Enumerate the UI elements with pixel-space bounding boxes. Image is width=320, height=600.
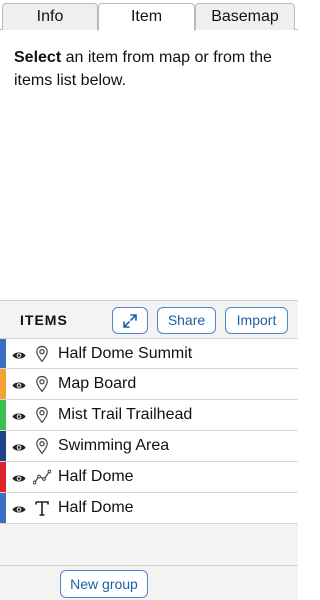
color-indicator [0,493,6,523]
import-button[interactable]: Import [225,307,288,334]
list-item[interactable]: Half Dome [0,462,298,493]
list-item[interactable]: Swimming Area [0,431,298,462]
eye-icon[interactable] [12,348,26,359]
items-section: ITEMS Share Import Half Dome Summit Map B… [0,300,298,600]
color-indicator [0,431,6,461]
share-button[interactable]: Share [157,307,216,334]
list-item[interactable]: Half Dome Summit [0,338,298,369]
eye-icon[interactable] [12,409,26,420]
items-list: Half Dome Summit Map Board Mist Trail Trai… [0,338,298,524]
color-indicator [0,339,6,368]
color-indicator [0,369,6,399]
expand-icon [123,314,137,328]
list-item[interactable]: Mist Trail Trailhead [0,400,298,431]
list-item-label: Half Dome Summit [58,345,193,362]
list-item-label: Half Dome [58,468,134,485]
color-indicator [0,462,6,492]
color-indicator [0,400,6,430]
tab-basemap[interactable]: Basemap [195,3,295,30]
eye-icon[interactable] [12,378,26,389]
item-panel: Select an item from map or from the item… [0,30,298,300]
items-title: ITEMS [20,312,68,328]
tab-info[interactable]: Info [2,3,98,30]
divider [0,565,298,566]
map-pin-icon [33,406,51,424]
list-item[interactable]: Half Dome [0,493,298,524]
list-item[interactable]: Map Board [0,369,298,400]
list-item-label: Half Dome [58,499,134,516]
map-pin-icon [33,345,51,363]
list-item-label: Map Board [58,375,137,392]
tab-item[interactable]: Item [98,3,195,31]
eye-icon[interactable] [12,471,26,482]
items-header: ITEMS Share Import [0,301,298,338]
list-item-label: Swimming Area [58,437,170,454]
eye-icon[interactable] [12,440,26,451]
text-icon [33,499,51,517]
select-instruction-bold: Select [14,49,62,66]
map-pin-icon [33,437,51,455]
eye-icon[interactable] [12,502,26,513]
list-item-label: Mist Trail Trailhead [58,406,193,423]
expand-button[interactable] [112,307,148,334]
new-group-button[interactable]: New group [60,570,148,598]
map-pin-icon [33,375,51,393]
line-icon [32,468,52,486]
tab-bar: Info Item Basemap [0,0,298,31]
select-instruction: Select an item from map or from the item… [14,46,286,92]
